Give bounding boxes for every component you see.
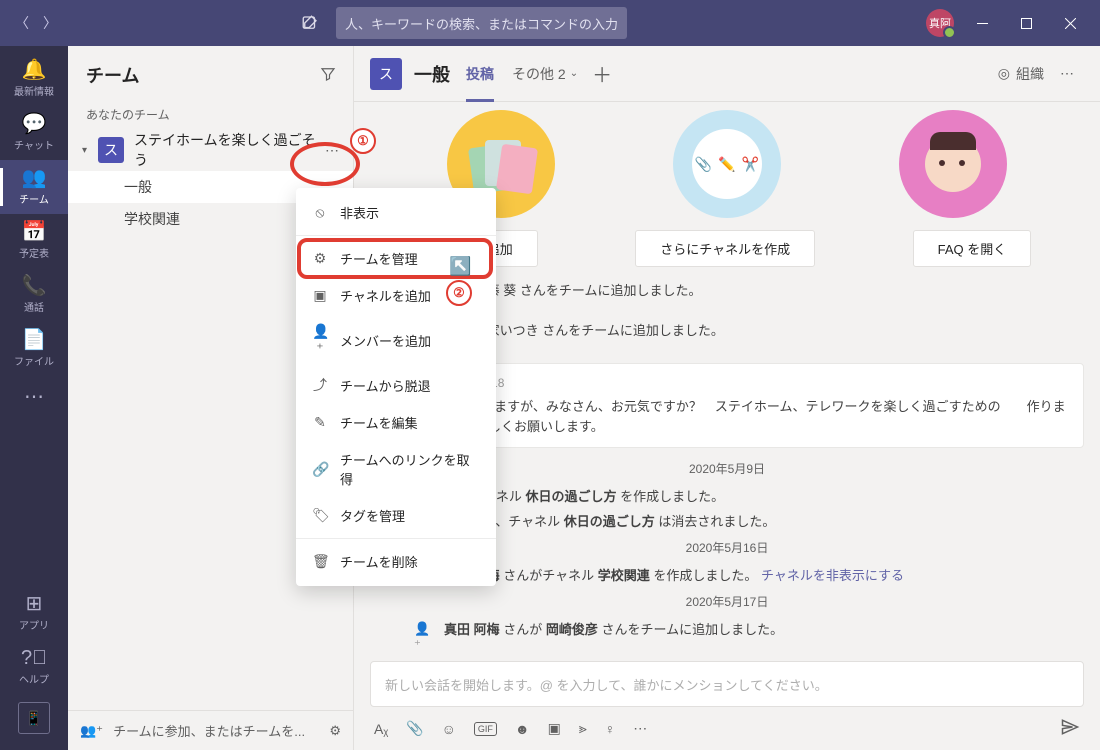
meet-icon[interactable]: ▣ [548,720,561,737]
window-close-button[interactable] [1048,0,1092,46]
settings-gear-icon[interactable]: ⚙ [329,723,341,739]
team-name-label: ステイホームを楽しく過ごそう [134,130,319,170]
pencil-icon: ✎ [312,414,328,431]
rail-mobile-icon[interactable]: 📱 [18,702,50,734]
phone-icon: 📞 [22,276,47,296]
chat-icon: 💬 [22,114,47,134]
praise-icon[interactable]: ♀ [605,721,616,737]
tab-more[interactable]: その他 2⌄ [512,64,578,84]
post-message[interactable]: ﾖ 05/03 18:18 ﾂが続いていますが、みなさん、お元気ですか？ ステイ… [408,363,1084,448]
hide-channel-link[interactable]: チャネルを非表示にする [761,568,904,583]
eye-icon: ◎ [998,65,1010,82]
date-separator: 2020年5月17日 [370,587,1084,616]
annotation-number-1: ① [350,128,376,154]
team-avatar: ス [98,137,124,163]
attach-icon[interactable]: 📎 [406,720,423,737]
open-faq-button[interactable]: FAQ を開く [913,230,1032,267]
menu-add-member[interactable]: 👤⁺メンバーを追加 [296,314,496,366]
onboarding-graphic-3 [899,110,1007,218]
menu-hide[interactable]: ⦸非表示 [296,194,496,231]
team-context-menu: ⦸非表示 ⚙チームを管理 ▣チャネルを追加 👤⁺メンバーを追加 ⤴チームから脱退… [296,188,496,586]
event-owner: 🎗真田 阿梅 さんが 岡崎俊彦 さんをチーム所有者にしました。 [370,656,1084,661]
channel-avatar: ス [370,58,402,90]
teams-title: チーム [86,62,319,88]
rail-more-icon[interactable]: ⋯ [0,376,68,416]
rail-help[interactable]: ?⃝ヘルプ [0,640,68,694]
emoji-icon[interactable]: ☺ [442,721,456,737]
link-icon: 🔗 [312,461,328,478]
post-body: ﾂが続いていますが、みなさん、お元気ですか？ ステイホーム、テレワークを楽しく過… [423,397,1069,437]
title-bar: 〈 〉 人、キーワードの検索、またはコマンドの入力 真阿 [0,0,1100,46]
chevron-down-icon: ▾ [82,145,94,156]
rail-chat[interactable]: 💬チャット [0,106,68,160]
your-teams-label: あなたのチーム [68,96,353,129]
calendar-icon: 📅 [22,222,47,242]
channel-title: 一般 [414,61,450,87]
nav-back-icon[interactable]: 〈 [8,9,36,37]
window-maximize-button[interactable] [1004,0,1048,46]
people-icon: 👥 [22,168,47,188]
compose-icon[interactable] [292,5,328,41]
rail-activity[interactable]: 🔔最新情報 [0,52,68,106]
tag-icon: 🏷 [312,507,328,524]
onboarding-graphic-2: 📎✏️✂️ [673,110,781,218]
channel-add-icon: ▣ [312,287,328,304]
gear-icon: ⚙ [312,250,328,267]
cursor-pointer-icon: ↖️ [449,256,471,277]
person-add-icon: 👤⁺ [414,621,434,653]
apps-icon: ⊞ [26,594,43,614]
rail-files[interactable]: 📄ファイル [0,322,68,376]
app-rail: 🔔最新情報 💬チャット 👥チーム 📅予定表 📞通話 📄ファイル ⋯ ⊞アプリ ?… [0,46,68,750]
event-added-user-3: 👤⁺真田 阿梅 さんが 岡崎俊彦 さんをチームに追加しました。 [370,616,1084,656]
compose-input[interactable]: 新しい会話を開始します。@ を入力して、誰かにメンションしてください。 [370,661,1084,707]
file-icon: 📄 [22,330,47,350]
channel-header: ス 一般 投稿 その他 2⌄ ＋ ◎組織 ⋯ [354,46,1100,102]
eye-off-icon: ⦸ [312,204,328,221]
avatar[interactable]: 真阿 [926,9,954,37]
menu-delete-team[interactable]: 🗑チームを削除 [296,543,496,580]
annotation-number-2: ② [446,280,472,306]
add-tab-button[interactable]: ＋ [592,59,612,88]
format-icon[interactable]: Aᵪ [374,721,388,737]
stream-icon[interactable]: ⪢ [579,720,587,737]
menu-edit-team[interactable]: ✎チームを編集 [296,404,496,441]
bell-icon: 🔔 [22,60,47,80]
rail-calls[interactable]: 📞通話 [0,268,68,322]
compose-area: 新しい会話を開始します。@ を入力して、誰かにメンションしてください。 Aᵪ 📎… [354,661,1100,750]
leave-icon: ⤴ [312,375,328,395]
tab-posts[interactable]: 投稿 [466,46,494,102]
team-row[interactable]: ▾ ス ステイホームを楽しく過ごそう ⋯ [68,129,353,171]
gif-icon[interactable]: GIF [474,722,497,736]
send-button[interactable] [1060,717,1080,740]
rail-calendar[interactable]: 📅予定表 [0,214,68,268]
person-add-icon: 👤⁺ [312,323,328,357]
rail-apps[interactable]: ⊞アプリ [0,586,68,640]
channel-more-button[interactable]: ⋯ [1052,61,1084,86]
compose-more-icon[interactable]: ⋯ [633,720,647,737]
create-channel-button[interactable]: さらにチャネルを作成 [635,230,815,267]
join-team-label[interactable]: チームに参加、またはチームを... [113,721,305,740]
org-button[interactable]: ◎組織 [990,60,1052,88]
teams-footer: 👥⁺ チームに参加、またはチームを... ⚙ [68,710,353,750]
menu-manage-tags[interactable]: 🏷タグを管理 [296,497,496,534]
trash-icon: 🗑 [312,553,328,570]
rail-teams[interactable]: 👥チーム [0,160,68,214]
menu-get-link[interactable]: 🔗チームへのリンクを取得 [296,441,496,497]
help-icon: ?⃝ [21,648,47,668]
sticker-icon[interactable]: ☻ [515,721,530,737]
join-team-icon[interactable]: 👥⁺ [80,723,103,739]
filter-icon[interactable] [319,65,337,86]
search-input[interactable]: 人、キーワードの検索、またはコマンドの入力 [336,7,627,39]
menu-leave-team[interactable]: ⤴チームから脱退 [296,366,496,404]
nav-forward-icon[interactable]: 〉 [36,9,64,37]
window-minimize-button[interactable] [960,0,1004,46]
team-more-button[interactable]: ⋯ [319,142,345,159]
chevron-down-icon: ⌄ [570,68,578,79]
post-meta: ﾖ 05/03 18:18 [423,374,1069,393]
